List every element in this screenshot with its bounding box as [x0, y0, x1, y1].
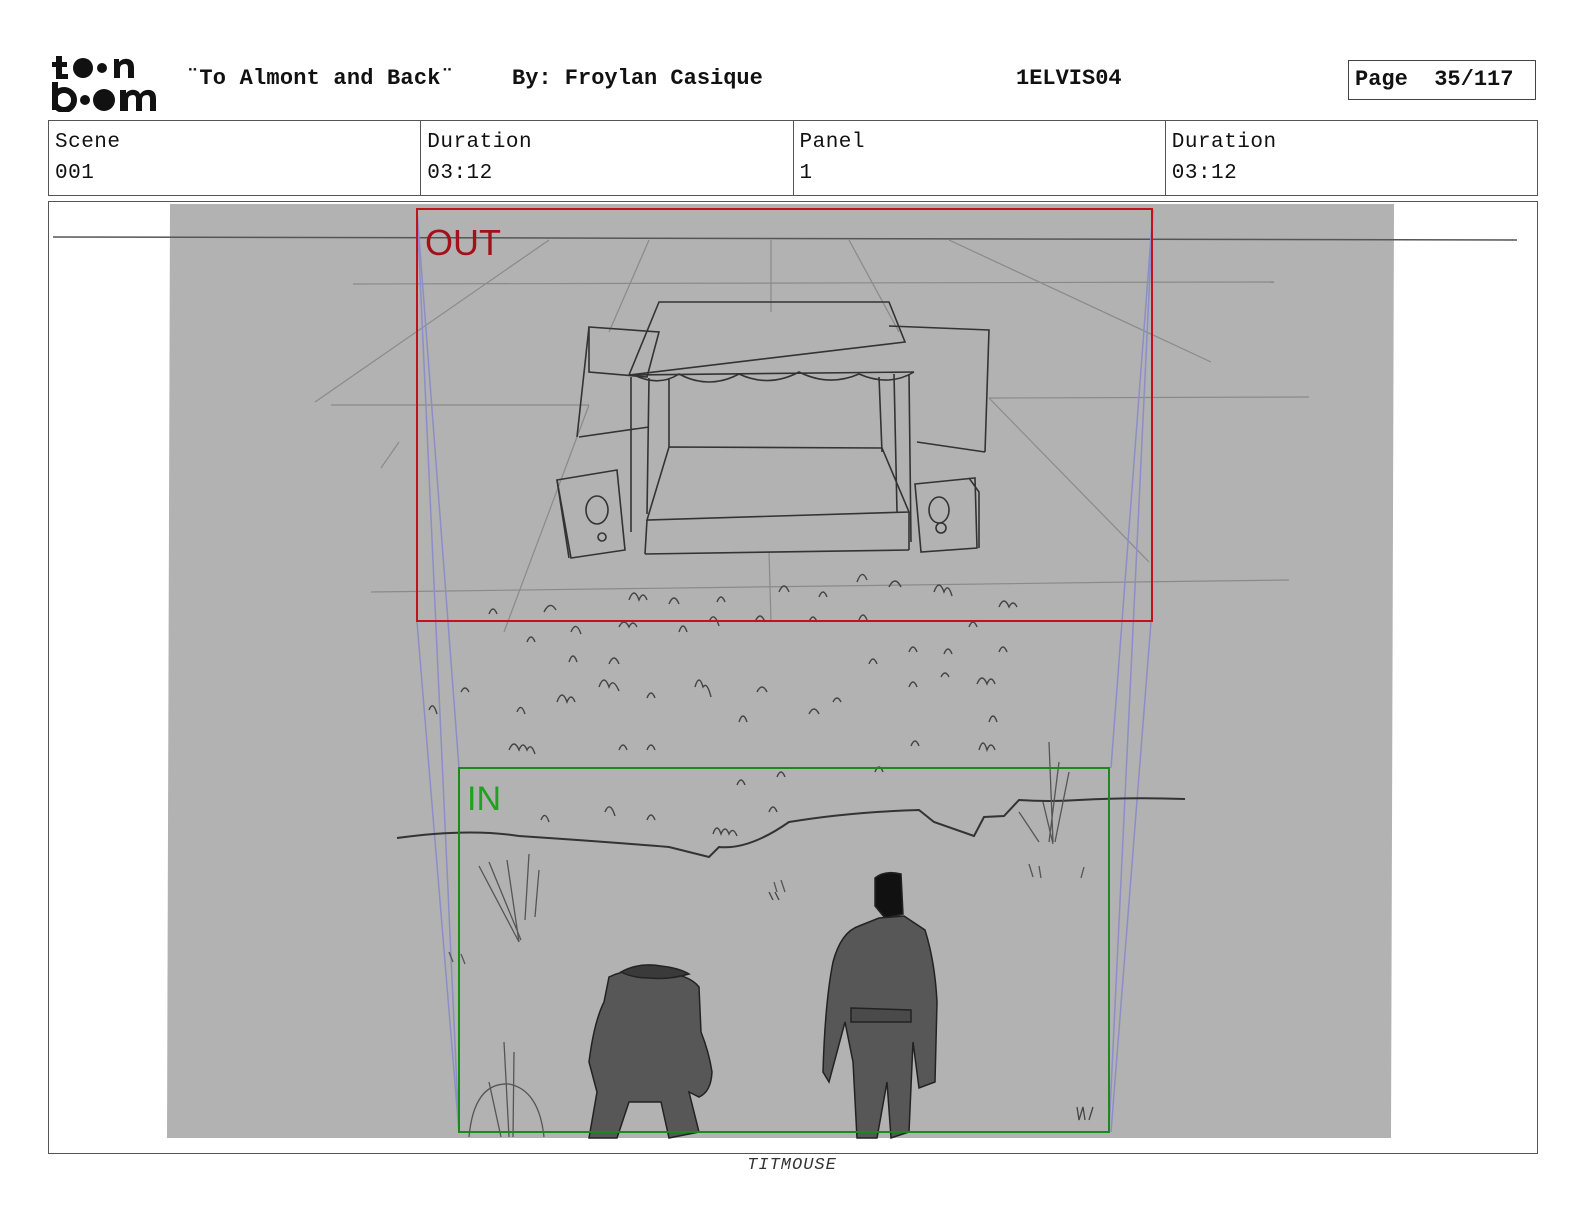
- storyboard-panel: OUT IN: [48, 201, 1538, 1154]
- scene-info-table: Scene 001 Duration 03:12 Panel 1 Duratio…: [48, 120, 1538, 196]
- scene-value: 001: [55, 162, 95, 185]
- panel-duration-value: 03:12: [1171, 162, 1238, 185]
- scene-duration-label: Duration: [427, 131, 533, 154]
- studio-footer: TITMOUSE: [747, 1156, 837, 1175]
- panel-label: Panel: [799, 131, 866, 154]
- storyboard-title: ¨To Almont and Back¨: [186, 66, 455, 91]
- panel-value: 1: [799, 162, 813, 185]
- scene-duration-cell: Duration 03:12: [421, 121, 794, 195]
- panel-duration-label: Duration: [1171, 131, 1277, 154]
- scene-label: Scene: [55, 131, 121, 154]
- scene-cell: Scene 001: [49, 121, 422, 195]
- sketch-background: [167, 204, 1394, 1138]
- panel-cell: Panel 1: [794, 121, 1166, 195]
- panel-duration-cell: Duration 03:12: [1166, 121, 1537, 195]
- episode-code: 1ELVIS04: [1016, 66, 1122, 91]
- page-number: Page 35/117: [1348, 60, 1536, 100]
- camera-frame-out-label: OUT: [425, 222, 501, 263]
- toonboom-logo: [52, 56, 156, 112]
- storyboard-author: By: Froylan Casique: [512, 66, 763, 91]
- panel-sketch: OUT IN: [52, 204, 1518, 1140]
- scene-duration-value: 03:12: [427, 162, 493, 185]
- camera-frame-in-label: IN: [467, 780, 501, 818]
